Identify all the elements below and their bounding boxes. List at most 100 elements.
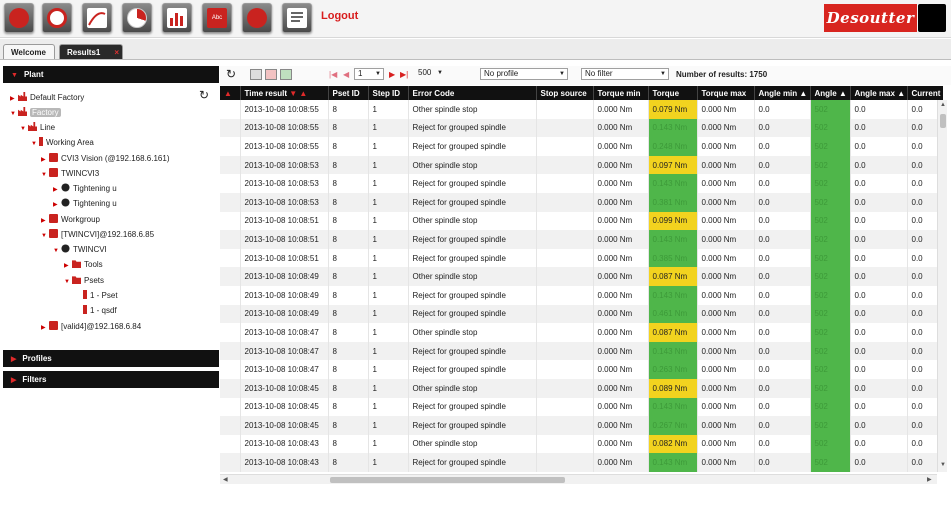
export-excel-icon[interactable] — [280, 69, 292, 80]
tree-node-valid4[interactable]: ▶ [valid4]@192.168.6.84 — [41, 320, 141, 333]
tab-welcome[interactable]: Welcome — [3, 44, 55, 59]
tree-node-twincvi-85[interactable]: ▼ [TWINCVI]@192.168.6.85 — [41, 228, 154, 241]
filters-panel-header[interactable]: ▶ Filters — [3, 371, 219, 388]
print-icon[interactable] — [250, 69, 262, 80]
filter-select[interactable]: No filter ▼ — [581, 68, 669, 80]
table-row[interactable]: 2013-10-08 10:08:43 8 1 Reject for grouped … — [220, 453, 943, 472]
first-page-icon[interactable]: |◀ — [329, 70, 337, 79]
tree-node-twincvi[interactable]: ▼ TWINCVI — [53, 243, 107, 256]
column-header-torque[interactable]: Torque — [648, 86, 698, 100]
tightening-unit-icon — [61, 198, 70, 207]
tree-node-default-factory[interactable]: ▶ Default Factory — [10, 91, 84, 104]
cell-angle: 502 — [810, 174, 851, 193]
bar-chart-icon[interactable] — [162, 3, 192, 33]
table-row[interactable]: 2013-10-08 10:08:55 8 1 Reject for grouped … — [220, 118, 943, 138]
column-header-selector[interactable]: ▲ — [220, 86, 241, 100]
cell-torque: 0.143 Nm — [648, 174, 698, 193]
cell-step-id: 1 — [368, 323, 409, 342]
cell-time: 2013-10-08 10:08:43 — [240, 434, 329, 454]
tab-results[interactable]: Results1 × — [59, 44, 123, 59]
scroll-thumb[interactable] — [940, 114, 946, 128]
cell-torque-min: 0.000 Nm — [593, 118, 649, 138]
report-icon[interactable] — [282, 3, 312, 33]
tree-node-pset-qsdf[interactable]: 1 - qsdf — [83, 304, 117, 317]
column-header-angle-max[interactable]: Angle max ▲ — [850, 86, 908, 100]
tree-node-twincvi3[interactable]: ▼ TWINCVI3 — [41, 167, 99, 180]
working-area-icon — [39, 137, 43, 146]
page-size-select[interactable]: 500 ▼ — [415, 68, 445, 80]
vertical-scrollbar[interactable]: ▲ ▼ — [937, 100, 947, 472]
tree-node-line[interactable]: ▼ Line — [20, 121, 55, 134]
cell-step-id: 1 — [368, 100, 409, 119]
cell-time: 2013-10-08 10:08:53 — [240, 174, 329, 193]
scroll-right-icon[interactable]: ▶ — [927, 476, 932, 483]
column-header-error-code[interactable]: Error Code — [408, 86, 537, 100]
column-header-stop-source[interactable]: Stop source — [536, 86, 594, 100]
tree-node-tools[interactable]: ▶ Tools — [64, 258, 103, 271]
last-page-icon[interactable]: ▶| — [400, 70, 408, 79]
prev-page-icon[interactable]: ◀ — [343, 70, 349, 79]
column-header-torque-min[interactable]: Torque min — [593, 86, 649, 100]
table-row[interactable]: 2013-10-08 10:08:45 8 1 Reject for grouped … — [220, 397, 943, 417]
tree-node-workgroup[interactable]: ▶ Workgroup — [41, 213, 100, 226]
calendar-icon[interactable] — [242, 3, 272, 33]
page-select[interactable]: 1 ▼ — [354, 68, 384, 80]
plant-panel-header[interactable]: ▼ Plant — [3, 66, 219, 83]
scroll-left-icon[interactable]: ◀ — [223, 476, 228, 483]
column-header-pset-id[interactable]: Pset ID — [328, 86, 369, 100]
cell-angle: 502 — [810, 100, 851, 119]
pie-chart-icon[interactable] — [122, 3, 152, 33]
abc-icon[interactable]: Abc — [202, 3, 232, 33]
tree-node-factory[interactable]: ▼ Factory — [10, 106, 61, 119]
table-row[interactable]: 2013-10-08 10:08:53 8 1 Other spindle stop 0… — [220, 155, 943, 175]
table-row[interactable]: 2013-10-08 10:08:47 8 1 Reject for grouped … — [220, 360, 943, 379]
tree-node-cvi3-vision[interactable]: ▶ CVI3 Vision (@192.168.6.161) — [41, 152, 169, 165]
column-header-torque-max[interactable]: Torque max — [697, 86, 755, 100]
table-row[interactable]: 2013-10-08 10:08:53 8 1 Reject for grouped … — [220, 174, 943, 193]
profile-select[interactable]: No profile ▼ — [480, 68, 568, 80]
column-header-angle-min[interactable]: Angle min ▲ — [754, 86, 811, 100]
table-row[interactable]: 2013-10-08 10:08:45 8 1 Reject for grouped … — [220, 416, 943, 435]
cell-angle-max: 0.0 — [850, 211, 908, 231]
scroll-down-icon[interactable]: ▼ — [940, 462, 946, 468]
export-pdf-icon[interactable] — [265, 69, 277, 80]
cell-torque-min: 0.000 Nm — [593, 416, 649, 435]
refresh-icon[interactable]: ↻ — [226, 67, 236, 81]
scroll-thumb[interactable] — [330, 477, 565, 483]
mode-basic-icon[interactable] — [4, 3, 34, 33]
tree-label: [valid4]@192.168.6.84 — [61, 322, 142, 331]
cell-stop-source — [536, 100, 594, 119]
close-icon[interactable]: × — [114, 48, 119, 57]
pset-icon — [83, 290, 87, 299]
table-row[interactable]: 2013-10-08 10:08:51 8 1 Reject for grouped … — [220, 248, 943, 268]
next-page-icon[interactable]: ▶ — [389, 70, 395, 79]
column-header-angle[interactable]: Angle ▲ — [810, 86, 851, 100]
table-row[interactable]: 2013-10-08 10:08:55 8 1 Other spindle stop 0… — [220, 100, 943, 119]
logout-link[interactable]: Logout — [321, 10, 358, 22]
table-row[interactable]: 2013-10-08 10:08:55 8 1 Reject for grouped … — [220, 137, 943, 156]
column-header-step-id[interactable]: Step ID — [368, 86, 409, 100]
table-row[interactable]: 2013-10-08 10:08:51 8 1 Other spindle stop 0… — [220, 211, 943, 231]
gauge-icon[interactable] — [42, 3, 72, 33]
tree-node-tightening-2[interactable]: ▶ Tightening u — [53, 197, 117, 210]
tree-node-psets[interactable]: ▼ Psets — [64, 274, 104, 287]
profiles-panel-header[interactable]: ▶ Profiles — [3, 350, 219, 367]
tree-node-pset-1[interactable]: 1 - Pset — [83, 289, 118, 302]
column-header-time-result[interactable]: Time result ▼ ▲ — [240, 86, 329, 100]
table-row[interactable]: 2013-10-08 10:08:45 8 1 Other spindle stop 0… — [220, 378, 943, 398]
table-row[interactable]: 2013-10-08 10:08:53 8 1 Reject for grouped … — [220, 192, 943, 212]
table-row[interactable]: 2013-10-08 10:08:49 8 1 Other spindle stop 0… — [220, 267, 943, 286]
table-row[interactable]: 2013-10-08 10:08:49 8 1 Reject for grouped … — [220, 304, 943, 324]
tree-node-tightening-1[interactable]: ▶ Tightening u — [53, 182, 117, 195]
curve-icon[interactable] — [82, 3, 112, 33]
horizontal-scrollbar[interactable]: ◀ ▶ — [220, 474, 937, 484]
table-row[interactable]: 2013-10-08 10:08:47 8 1 Other spindle stop 0… — [220, 323, 943, 342]
pset-icon — [83, 305, 87, 314]
tree-node-working-area[interactable]: ▼ Working Area — [31, 136, 94, 149]
table-row[interactable]: 2013-10-08 10:08:51 8 1 Reject for grouped … — [220, 230, 943, 249]
scroll-up-icon[interactable]: ▲ — [940, 102, 946, 108]
table-row[interactable]: 2013-10-08 10:08:43 8 1 Other spindle stop 0… — [220, 434, 943, 454]
table-row[interactable]: 2013-10-08 10:08:49 8 1 Reject for grouped … — [220, 285, 943, 305]
table-row[interactable]: 2013-10-08 10:08:47 8 1 Reject for grouped … — [220, 341, 943, 361]
column-header-current[interactable]: Current — [907, 86, 943, 100]
